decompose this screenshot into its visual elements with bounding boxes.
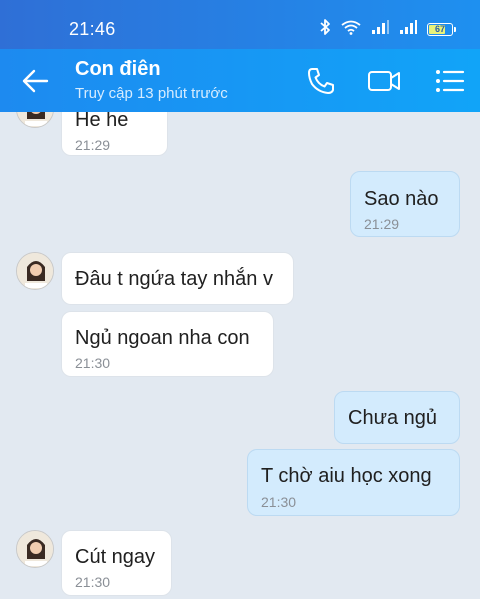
contact-name[interactable]: Con điên	[75, 58, 161, 81]
message-bubble-incoming[interactable]: Ngủ ngoan nha con 21:30	[61, 311, 274, 377]
status-icons: 67	[319, 18, 456, 41]
back-arrow-icon	[19, 69, 53, 102]
avatar[interactable]	[16, 252, 54, 290]
message-bubble-incoming[interactable]: Đâu t ngứa tay nhắn v	[61, 252, 294, 305]
message-bubble-incoming[interactable]: He he 21:29	[61, 112, 168, 156]
message-text: Ngủ ngoan nha con	[75, 327, 250, 349]
last-seen-status: Truy cập 13 phút trước	[75, 85, 228, 102]
chat-header: Con điên Truy cập 13 phút trước	[0, 49, 480, 112]
voice-call-button[interactable]	[303, 63, 339, 99]
signal-icon	[371, 19, 389, 40]
battery-level: 67	[434, 23, 445, 34]
message-time: 21:30	[261, 494, 297, 510]
chat-options-button[interactable]	[430, 63, 466, 99]
message-text: T chờ aiu học xong	[261, 465, 432, 487]
message-text: Đâu t ngứa tay nhắn v	[75, 268, 273, 290]
bluetooth-icon	[319, 18, 331, 41]
message-time: 21:30	[75, 355, 111, 371]
message-time: 21:29	[364, 216, 400, 232]
status-time: 21:46	[69, 19, 116, 39]
message-bubble-outgoing[interactable]: Sao nào 21:29	[350, 171, 460, 237]
phone-icon	[303, 68, 339, 103]
back-button[interactable]	[19, 64, 53, 98]
list-menu-icon	[430, 70, 466, 103]
message-list[interactable]: He he 21:29 Sao nào 21:29 Đâu t ngứa tay…	[0, 112, 480, 599]
status-bar: 21:46 67	[0, 0, 480, 49]
message-text: He he	[75, 112, 129, 131]
message-text: Cút ngay	[75, 546, 156, 568]
avatar[interactable]	[16, 112, 54, 128]
video-camera-icon	[366, 71, 402, 103]
message-bubble-outgoing[interactable]: T chờ aiu học xong 21:30	[247, 449, 460, 516]
message-text: Sao nào	[364, 188, 439, 210]
message-bubble-outgoing[interactable]: Chưa ngủ	[334, 391, 460, 444]
message-time: 21:29	[75, 137, 111, 153]
message-text: Chưa ngủ	[348, 407, 438, 429]
avatar[interactable]	[16, 530, 54, 568]
battery-icon: 67	[427, 22, 456, 36]
message-bubble-incoming[interactable]: Cút ngay 21:30	[61, 530, 172, 596]
message-time: 21:30	[75, 574, 111, 590]
video-call-button[interactable]	[366, 63, 402, 99]
wifi-icon	[341, 19, 361, 40]
signal-icon	[399, 19, 417, 40]
